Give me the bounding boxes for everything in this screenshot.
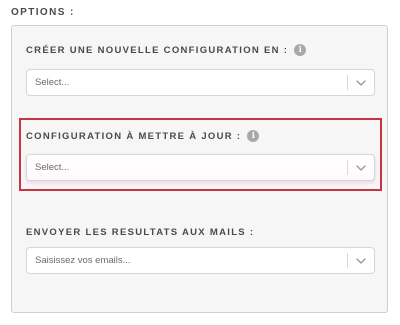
chevron-down-icon[interactable]: [348, 70, 374, 95]
update-configuration-label: CONFIGURATION À METTRE À JOUR :: [26, 130, 242, 142]
chevron-down-icon[interactable]: [348, 155, 374, 180]
new-configuration-label: CRÉER UNE NOUVELLE CONFIGURATION EN :: [26, 44, 289, 56]
email-results-input[interactable]: Saisissez vos emails...: [26, 247, 375, 274]
update-configuration-label-row: CONFIGURATION À METTRE À JOUR : i: [26, 129, 375, 143]
email-results-label: ENVOYER LES RESULTATS AUX MAILS :: [26, 226, 255, 238]
new-configuration-field: CRÉER UNE NOUVELLE CONFIGURATION EN : i …: [26, 43, 375, 96]
options-title: OPTIONS :: [11, 7, 75, 18]
chevron-down-icon[interactable]: [348, 248, 374, 273]
select-value: Select...: [35, 162, 70, 173]
options-panel: CRÉER UNE NOUVELLE CONFIGURATION EN : i …: [11, 25, 388, 313]
new-configuration-select[interactable]: Select...: [26, 69, 375, 96]
update-configuration-select[interactable]: Select...: [26, 154, 375, 181]
info-icon[interactable]: i: [247, 130, 260, 142]
new-configuration-label-row: CRÉER UNE NOUVELLE CONFIGURATION EN : i: [26, 43, 375, 57]
select-value: Select...: [35, 77, 70, 88]
email-placeholder: Saisissez vos emails...: [35, 255, 131, 266]
info-icon[interactable]: i: [294, 44, 307, 56]
email-results-label-row: ENVOYER LES RESULTATS AUX MAILS :: [26, 225, 375, 239]
options-page: OPTIONS : CRÉER UNE NOUVELLE CONFIGURATI…: [0, 0, 400, 325]
email-results-field: ENVOYER LES RESULTATS AUX MAILS : Saisis…: [26, 225, 375, 274]
update-configuration-field: CONFIGURATION À METTRE À JOUR : i Select…: [26, 129, 375, 181]
